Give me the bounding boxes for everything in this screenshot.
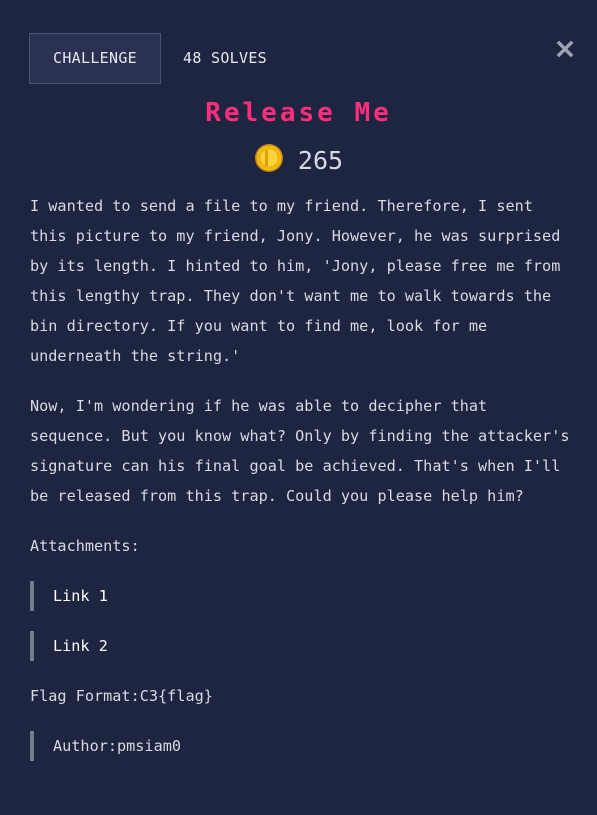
challenge-tabs: CHALLENGE 48 SOLVES <box>29 32 267 84</box>
author-line: Author:pmsiam0 <box>30 731 578 761</box>
attachments-label: Attachments: <box>30 537 140 555</box>
flag-format: Flag Format:C3{flag} <box>30 687 213 705</box>
points-value: 265 <box>297 145 344 175</box>
challenge-description: I wanted to send a file to my friend. Th… <box>30 191 578 761</box>
description-paragraph-2: Now, I'm wondering if he was able to dec… <box>30 397 570 505</box>
close-icon[interactable] <box>556 40 574 58</box>
tab-solves[interactable]: 48 SOLVES <box>183 49 267 67</box>
attachment-link-1[interactable]: Link 1 <box>30 581 578 611</box>
challenge-points: 265 <box>0 143 597 177</box>
tab-challenge[interactable]: CHALLENGE <box>29 32 161 84</box>
coin-icon <box>254 143 284 177</box>
description-paragraph-1: I wanted to send a file to my friend. Th… <box>30 197 561 365</box>
attachment-link-2[interactable]: Link 2 <box>30 631 578 661</box>
challenge-modal: CHALLENGE 48 SOLVES Release Me 265 I wan… <box>0 0 597 815</box>
challenge-title: Release Me <box>205 98 392 128</box>
